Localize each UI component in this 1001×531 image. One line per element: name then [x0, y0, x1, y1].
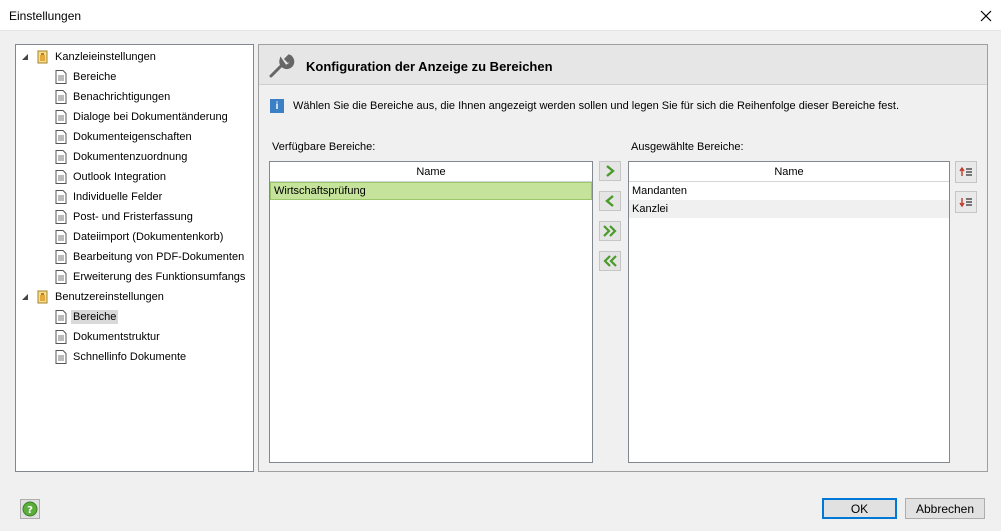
- double-arrow-left-icon: [603, 255, 617, 267]
- tree-item-label: Dialoge bei Dokumentänderung: [73, 111, 228, 123]
- title-bar: Einstellungen: [0, 0, 1001, 31]
- list-item[interactable]: Mandanten: [629, 182, 949, 200]
- tree-item-label: Bearbeitung von PDF-Dokumenten: [73, 251, 245, 263]
- tree-item-benachrichtigungen[interactable]: Benachrichtigungen: [54, 88, 172, 106]
- tree-item-dokumentenzuordnung[interactable]: Dokumentenzuordnung: [54, 148, 189, 166]
- tree-item-pdf[interactable]: Bearbeitung von PDF-Dokumenten: [54, 248, 246, 266]
- selected-caption: Ausgewählte Bereiche:: [631, 141, 744, 153]
- available-list[interactable]: Name Wirtschaftsprüfung: [269, 161, 593, 463]
- tree-item-label: Individuelle Felder: [73, 191, 163, 203]
- document-icon: [54, 69, 68, 85]
- document-icon: [54, 169, 68, 185]
- move-up-button[interactable]: [955, 161, 977, 183]
- document-icon: [54, 129, 68, 145]
- tree-item-outlook[interactable]: Outlook Integration: [54, 168, 168, 186]
- list-item[interactable]: Kanzlei: [629, 200, 949, 218]
- help-icon: ?: [22, 501, 38, 517]
- move-right-button[interactable]: [599, 161, 621, 181]
- tree-group-label: Benutzereinstellungen: [55, 291, 164, 303]
- collapse-triangle-icon[interactable]: [20, 292, 30, 302]
- cancel-button[interactable]: Abbrechen: [905, 498, 985, 519]
- tree-item-label: Post- und Fristerfassung: [73, 211, 193, 223]
- tree-item-dateiimport[interactable]: Dateiimport (Dokumentenkorb): [54, 228, 225, 246]
- tree-item-label: Dateiimport (Dokumentenkorb): [73, 231, 224, 243]
- selected-list[interactable]: Name Mandanten Kanzlei: [628, 161, 950, 463]
- list-item[interactable]: Wirtschaftsprüfung: [270, 182, 592, 200]
- tree-item-bereiche[interactable]: Bereiche: [54, 68, 118, 86]
- panel-title: Konfiguration der Anzeige zu Bereichen: [306, 59, 553, 74]
- info-icon: i: [270, 99, 284, 113]
- sort-up-icon: [959, 166, 972, 176]
- double-arrow-right-icon: [603, 225, 617, 237]
- info-line: i Wählen Sie die Bereiche aus, die Ihnen…: [270, 99, 899, 113]
- available-caption: Verfügbare Bereiche:: [272, 141, 376, 153]
- svg-text:?: ?: [27, 505, 33, 516]
- move-all-right-button[interactable]: [599, 221, 621, 241]
- document-icon: [54, 109, 68, 125]
- tree-item-label: Bereiche: [71, 310, 119, 324]
- tree-item-erweiterung[interactable]: Erweiterung des Funktionsumfangs: [54, 268, 247, 286]
- tree-item-schnellinfo[interactable]: Schnellinfo Dokumente: [54, 348, 188, 366]
- window-title: Einstellungen: [9, 9, 82, 23]
- tree-item-benutzer-bereiche[interactable]: Bereiche: [54, 308, 119, 326]
- move-all-left-button[interactable]: [599, 251, 621, 271]
- folder-settings-icon: [36, 289, 50, 305]
- document-icon: [54, 209, 68, 225]
- document-icon: [54, 149, 68, 165]
- column-header-name[interactable]: Name: [270, 162, 592, 182]
- column-header-name[interactable]: Name: [629, 162, 949, 182]
- settings-panel: Konfiguration der Anzeige zu Bereichen i…: [258, 44, 988, 472]
- close-icon[interactable]: [971, 0, 1001, 31]
- document-icon: [54, 229, 68, 245]
- document-icon: [54, 309, 68, 325]
- arrow-right-icon: [606, 165, 615, 177]
- tree-item-individuelle-felder[interactable]: Individuelle Felder: [54, 188, 164, 206]
- document-icon: [54, 349, 68, 365]
- tree-item-label: Dokumentstruktur: [73, 331, 160, 343]
- arrow-left-icon: [605, 195, 614, 207]
- tree-item-post-frist[interactable]: Post- und Fristerfassung: [54, 208, 195, 226]
- tree-group-label: Kanzleieinstellungen: [55, 51, 156, 63]
- folder-settings-icon: [36, 49, 50, 65]
- tree-item-label: Dokumenteigenschaften: [73, 131, 192, 143]
- move-down-button[interactable]: [955, 191, 977, 213]
- document-icon: [54, 269, 68, 285]
- tree-item-dokumentstruktur[interactable]: Dokumentstruktur: [54, 328, 162, 346]
- tree-item-label: Bereiche: [73, 71, 117, 83]
- tree-item-dokumenteigenschaften[interactable]: Dokumenteigenschaften: [54, 128, 194, 146]
- move-left-button[interactable]: [599, 191, 621, 211]
- tree-item-label: Erweiterung des Funktionsumfangs: [73, 271, 246, 283]
- tree-group-kanzlei[interactable]: Kanzleieinstellungen: [20, 48, 158, 66]
- panel-header: Konfiguration der Anzeige zu Bereichen: [259, 45, 987, 85]
- sort-down-icon: [959, 198, 972, 208]
- tree-item-label: Dokumentenzuordnung: [73, 151, 188, 163]
- document-icon: [54, 329, 68, 345]
- tree-item-label: Schnellinfo Dokumente: [73, 351, 187, 363]
- collapse-triangle-icon[interactable]: [20, 52, 30, 62]
- tree-item-dialoge[interactable]: Dialoge bei Dokumentänderung: [54, 108, 230, 126]
- document-icon: [54, 189, 68, 205]
- document-icon: [54, 89, 68, 105]
- tree-item-label: Outlook Integration: [73, 171, 166, 183]
- tree-group-benutzer[interactable]: Benutzereinstellungen: [20, 288, 166, 306]
- ok-button[interactable]: OK: [822, 498, 897, 519]
- wrench-icon: [267, 51, 297, 82]
- document-icon: [54, 249, 68, 265]
- tree-item-label: Benachrichtigungen: [73, 91, 171, 103]
- help-button[interactable]: ?: [20, 499, 40, 519]
- info-text: Wählen Sie die Bereiche aus, die Ihnen a…: [293, 100, 899, 112]
- settings-tree[interactable]: Kanzleieinstellungen Bereiche Benachrich…: [15, 44, 254, 472]
